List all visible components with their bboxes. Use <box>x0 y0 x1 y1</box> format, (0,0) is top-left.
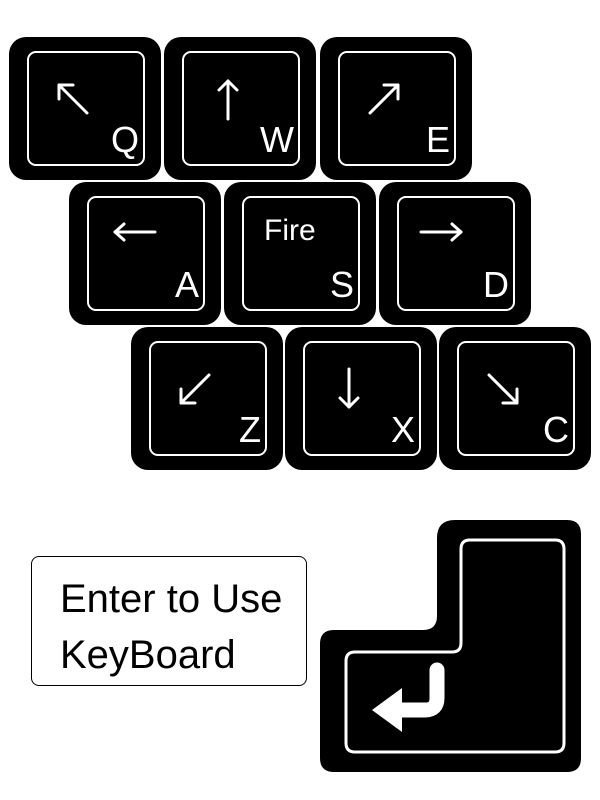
enter-key[interactable] <box>318 520 584 774</box>
arrow-up-left-icon <box>57 83 89 115</box>
key-e[interactable]: E <box>320 37 472 180</box>
arrow-down-icon <box>338 367 360 409</box>
key-q[interactable]: Q <box>9 37 161 180</box>
key-letter: Z <box>239 409 261 450</box>
arrow-left-icon <box>113 222 157 242</box>
key-letter: E <box>425 119 450 160</box>
enter-instruction-line2: KeyBoard <box>60 633 236 677</box>
key-letter: Q <box>110 119 139 160</box>
key-z[interactable]: Z <box>131 327 283 470</box>
key-d[interactable]: D <box>379 182 531 325</box>
key-letter: S <box>329 264 354 305</box>
key-letter: D <box>483 264 509 305</box>
key-w[interactable]: W <box>164 37 316 180</box>
key-x[interactable]: X <box>285 327 437 470</box>
arrow-right-icon <box>419 222 463 242</box>
key-letter: W <box>260 119 294 160</box>
enter-key-body <box>320 520 581 772</box>
key-s[interactable]: Fire S <box>224 182 376 325</box>
enter-instruction-box: Enter to Use KeyBoard <box>31 556 307 686</box>
key-c[interactable]: C <box>439 327 591 470</box>
arrow-down-left-icon <box>179 373 211 405</box>
key-action-label: Fire <box>264 214 316 247</box>
key-a[interactable]: A <box>69 182 221 325</box>
key-letter: A <box>174 264 199 305</box>
arrow-up-right-icon <box>368 83 400 115</box>
arrow-up-icon <box>217 79 239 121</box>
key-letter: C <box>543 409 569 450</box>
key-letter: X <box>390 409 415 450</box>
enter-instruction-line1: Enter to Use <box>60 577 283 621</box>
arrow-down-right-icon <box>487 373 519 405</box>
